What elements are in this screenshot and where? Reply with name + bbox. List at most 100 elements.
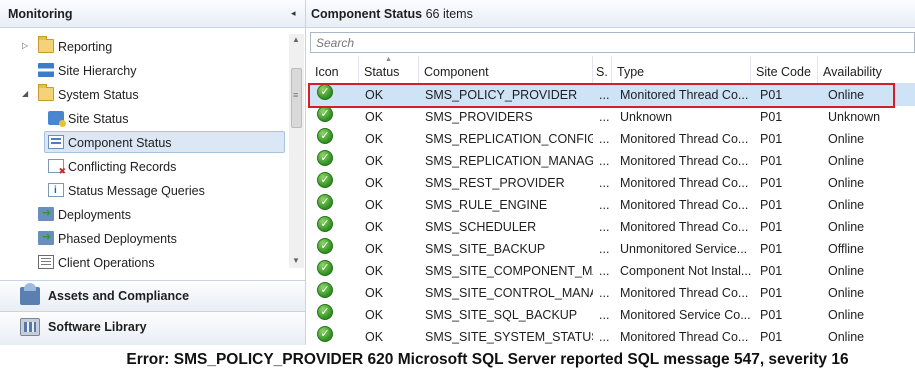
cell-status: OK [365,242,384,256]
tree-item-label: Deployments [58,208,131,222]
cell-s: ... [599,286,610,300]
column-header-label: Site Code [756,65,811,79]
table-row[interactable]: ✓ OK SMS_SITE_CONTROL_MANA...... Monitored … [310,282,915,304]
status-ok-icon: ✓ [317,128,333,144]
cell-site: P01 [760,132,783,146]
cell-site: P01 [760,308,783,322]
cell-availability: Online [828,286,865,300]
table-row[interactable]: ✓ OK SMS_SITE_COMPONENT_MA...... Component … [310,260,915,282]
cell-s: ... [599,198,610,212]
cell-availability: Online [828,220,865,234]
cell-status: OK [365,308,384,322]
tree-item-component-status[interactable]: Component Status [44,131,285,153]
cell-status: OK [365,264,384,278]
column-header-s[interactable]: S. [593,56,612,84]
workspace-assets-and-compliance[interactable]: Assets and Compliance [0,280,305,311]
search-input[interactable] [310,32,915,53]
cell-availability: Online [828,176,865,190]
column-header-availability[interactable]: Availability [818,56,915,84]
status-ok-icon: ✓ [317,106,333,122]
status-ok-icon: ✓ [317,260,333,276]
cell-status: OK [365,220,384,234]
conflicting-records-icon [48,159,66,176]
tree-item-deployments[interactable]: Deployments [38,202,131,226]
table-row[interactable]: ✓ OK SMS_REPLICATION_CONFIG...... Monitored… [310,128,915,150]
tree-item-client-operations[interactable]: Client Operations [38,252,155,270]
tree-item-label: Client Operations [58,256,155,270]
nav-title: Monitoring [8,7,73,21]
software-library-icon [20,318,40,336]
cell-type: Monitored Thread Co... [620,198,749,212]
expand-reporting-icon[interactable]: ▷ [22,41,28,50]
status-ok-icon: ✓ [317,150,333,166]
cell-site: P01 [760,286,783,300]
workspace-software-library[interactable]: Software Library [0,311,305,345]
cell-component: SMS_POLICY_PROVIDER [425,88,578,102]
nav-header: Monitoring ◂ [0,0,305,28]
collapse-pane-button[interactable]: ◂ [291,8,296,19]
content-pane: Component Status 66 items Icon ▲ Status … [306,0,915,345]
cell-s: ... [599,330,610,344]
column-header-label: Type [617,65,645,79]
tree-item-label: Phased Deployments [58,232,177,246]
table-row[interactable]: ✓ OK SMS_POLICY_PROVIDER... Monitored Threa… [310,84,915,106]
deployments-icon [38,202,54,224]
tree-item-conflicting-records[interactable]: Conflicting Records [48,156,176,178]
table-row[interactable]: ✓ OK SMS_SITE_SQL_BACKUP... Monitored Servi… [310,304,915,326]
cell-s: ... [599,308,610,322]
column-header-type[interactable]: Type [612,56,751,84]
cell-component: SMS_SITE_CONTROL_MANA... [425,286,593,300]
cell-availability: Online [828,198,865,212]
cell-s: ... [599,110,610,124]
cell-component: SMS_REPLICATION_CONFIG... [425,132,593,146]
column-header-component[interactable]: Component [419,56,593,84]
column-header-label: Status [364,65,400,79]
tree-item-site-status[interactable]: Site Status [48,108,128,130]
scroll-down-arrow-icon[interactable]: ▼ [292,256,300,265]
cell-component: SMS_REST_PROVIDER [425,176,565,190]
cell-type: Monitored Thread Co... [620,176,749,190]
cell-component: SMS_REPLICATION_MANAGER [425,154,593,168]
table-row[interactable]: ✓ OK SMS_SCHEDULER... Monitored Thread Co..… [310,216,915,238]
table-row[interactable]: ✓ OK SMS_REPLICATION_MANAGER... Monitored T… [310,150,915,172]
assets-compliance-icon [20,283,40,305]
tree-item-reporting[interactable]: Reporting [38,36,112,58]
tree-item-label: Site Status [68,112,129,126]
table-row[interactable]: ✓ OK SMS_PROVIDERS... Unknown P01 Unknown [310,106,915,128]
tree-item-system-status[interactable]: System Status [38,84,139,106]
cell-component: SMS_SCHEDULER [425,220,537,234]
table-row[interactable]: ✓ OK SMS_SITE_SYSTEM_STATUS_...... Monitore… [310,326,915,345]
table-row[interactable]: ✓ OK SMS_SITE_BACKUP... Unmonitored Service… [310,238,915,260]
cell-type: Unknown [620,110,673,124]
table-row[interactable]: ✓ OK SMS_REST_PROVIDER... Monitored Thread … [310,172,915,194]
table-row[interactable]: ✓ OK SMS_RULE_ENGINE... Monitored Thread Co… [310,194,915,216]
cell-availability: Offline [828,242,864,256]
scroll-up-arrow-icon[interactable]: ▲ [292,35,300,44]
column-header-icon[interactable]: Icon [310,56,359,84]
collapse-system-status-icon[interactable]: ◢ [22,89,28,98]
status-ok-icon: ✓ [317,282,333,298]
column-header-site-code[interactable]: Site Code [751,56,818,84]
tree-scrollbar[interactable]: ▲ ▼ [289,34,304,268]
tree-item-phased-deployments[interactable]: Phased Deployments [38,226,177,250]
cell-site: P01 [760,176,783,190]
cell-availability: Online [828,264,865,278]
client-operations-icon [38,255,54,269]
column-header-status[interactable]: ▲ Status [359,56,419,84]
status-ok-icon: ✓ [317,326,333,342]
scroll-thumb[interactable] [291,68,302,128]
folder-icon [38,84,54,101]
cell-status: OK [365,110,384,124]
tree-item-status-message-queries[interactable]: Status Message Queries [48,180,205,202]
status-ok-icon: ✓ [317,84,333,100]
cell-component: SMS_SITE_COMPONENT_MA... [425,264,593,278]
tree-item-label: Status Message Queries [68,184,205,198]
content-title: Component Status [311,7,423,21]
cell-component: SMS_SITE_BACKUP [425,242,546,256]
column-header-label: Component [424,65,489,79]
cell-availability: Online [828,88,865,102]
cell-availability: Online [828,132,865,146]
cell-s: ... [599,242,610,256]
tree-item-site-hierarchy[interactable]: Site Hierarchy [38,60,137,82]
cell-availability: Online [828,330,865,344]
